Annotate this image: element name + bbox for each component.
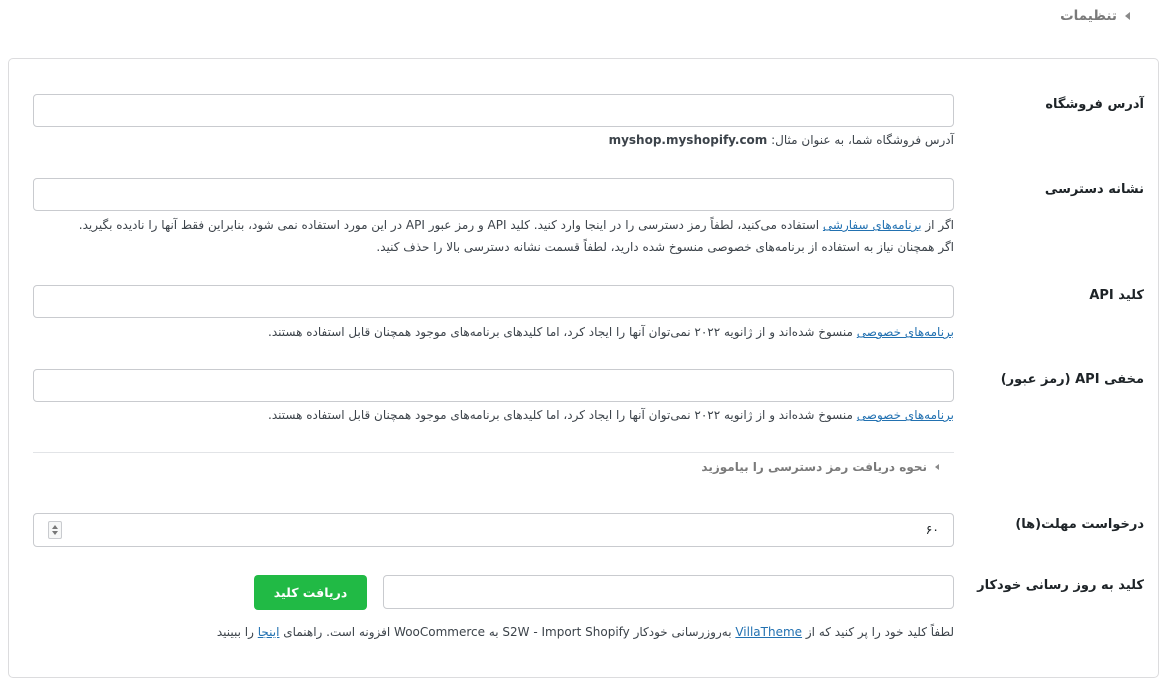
page-title: تنظیمات	[1060, 8, 1117, 24]
access-token-desc-line2: اگر همچنان نیاز به استفاده از برنامه‌های…	[376, 240, 954, 254]
store-address-example: myshop.myshopify.com	[608, 133, 768, 147]
auto-update-key-input[interactable]	[383, 575, 954, 609]
store-address-desc: آدرس فروشگاه شما، به عنوان مثال: myshop.…	[609, 129, 954, 151]
api-key-desc: برنامه‌های خصوصی منسوخ شده‌اند و از ژانو…	[268, 321, 954, 343]
store-address-label: آدرس فروشگاه	[1045, 97, 1144, 112]
api-secret-label: مخفی API (رمز عبور)	[1000, 372, 1144, 387]
private-apps-link[interactable]: برنامه‌های خصوصی	[857, 325, 954, 339]
caret-left-icon	[935, 464, 939, 470]
caret-left-icon	[1125, 12, 1130, 20]
api-secret-desc-suffix: منسوخ شده‌اند و از ژانویه ۲۰۲۲ نمی‌توان …	[268, 408, 857, 422]
timeout-input[interactable]: ۶۰	[33, 513, 954, 547]
custom-apps-link[interactable]: برنامه‌های سفارشی	[823, 218, 922, 232]
settings-panel: آدرس فروشگاه آدرس فروشگاه شما، به عنوان …	[8, 58, 1159, 678]
access-token-label: نشانه دسترسی	[1044, 182, 1144, 197]
api-secret-input[interactable]	[33, 369, 954, 402]
auto-update-desc-middle: به‌روزرسانی خودکار S2W - Import Shopify …	[279, 625, 736, 639]
access-token-desc: اگر از برنامه‌های سفارشی استفاده می‌کنید…	[79, 214, 954, 258]
timeout-label: درخواست مهلت(ها)	[1015, 517, 1144, 532]
section-divider	[33, 452, 954, 453]
spinner-icon[interactable]	[48, 521, 62, 539]
learn-token-label: نحوه دریافت رمز دسترسی را بیاموزید	[701, 460, 927, 474]
settings-header[interactable]: تنظیمات	[1060, 8, 1130, 24]
auto-update-desc-prefix: لطفاً کلید خود را پر کنید که از	[802, 625, 954, 639]
private-apps-link-2[interactable]: برنامه‌های خصوصی	[857, 408, 954, 422]
learn-token-accordion[interactable]: نحوه دریافت رمز دسترسی را بیاموزید	[701, 460, 939, 474]
store-address-input[interactable]	[33, 94, 954, 127]
spin-up-icon[interactable]	[52, 525, 58, 529]
api-key-desc-suffix: منسوخ شده‌اند و از ژانویه ۲۰۲۲ نمی‌توان …	[268, 325, 857, 339]
auto-update-key-label: کلید به روز رسانی خودکار	[977, 578, 1144, 593]
api-key-input[interactable]	[33, 285, 954, 318]
access-token-desc-prefix: اگر از	[921, 218, 954, 232]
villatheme-link[interactable]: VillaTheme	[735, 625, 802, 639]
spin-down-icon[interactable]	[52, 531, 58, 535]
api-secret-desc: برنامه‌های خصوصی منسوخ شده‌اند و از ژانو…	[268, 404, 954, 426]
store-address-desc-text: آدرس فروشگاه شما، به عنوان مثال:	[767, 133, 954, 147]
access-token-input[interactable]	[33, 178, 954, 211]
auto-update-key-desc: لطفاً کلید خود را پر کنید که از VillaThe…	[217, 621, 954, 643]
guide-link[interactable]: اینجا	[258, 625, 280, 639]
timeout-value: ۶۰	[925, 522, 939, 537]
api-key-label: کلید API	[1089, 288, 1144, 303]
get-key-button[interactable]: دریافت کلید	[254, 575, 367, 610]
access-token-desc-line1: اگر از برنامه‌های سفارشی استفاده می‌کنید…	[79, 214, 954, 236]
auto-update-desc-suffix: را ببینید	[216, 625, 258, 639]
access-token-desc-suffix: استفاده می‌کنید، لطفاً رمز دسترسی را در …	[78, 218, 823, 232]
